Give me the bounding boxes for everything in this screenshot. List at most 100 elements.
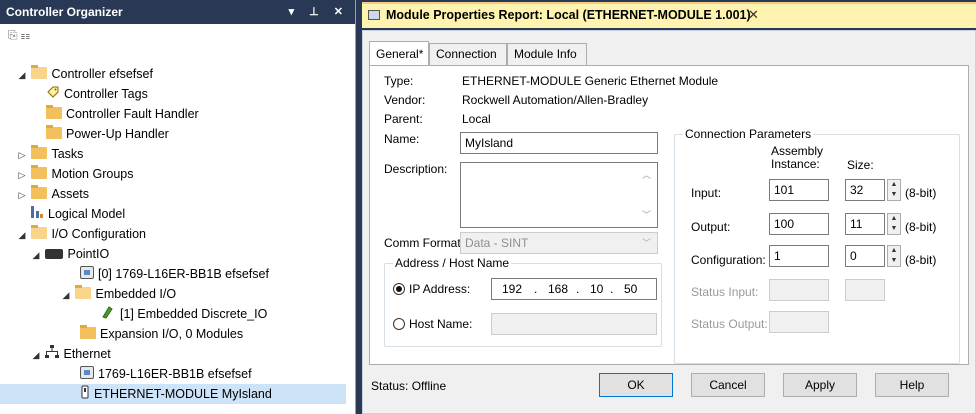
- tree-item-pointio[interactable]: ◢ PointIO: [30, 244, 110, 265]
- ok-button[interactable]: OK: [599, 373, 673, 397]
- collapse-arrow-icon[interactable]: ◢: [60, 285, 72, 305]
- tree-item-controller-fault-handler[interactable]: Controller Fault Handler: [46, 104, 199, 124]
- output-size-field[interactable]: 11: [845, 213, 885, 235]
- rack-icon: [45, 249, 64, 259]
- tab-connection[interactable]: Connection: [429, 43, 507, 65]
- expand-arrow-icon[interactable]: ▷: [16, 185, 28, 205]
- tree-item-ethernet[interactable]: ◢ Ethernet: [30, 344, 111, 364]
- tree-item-label: Tasks: [51, 147, 84, 161]
- host-name-radio[interactable]: [393, 318, 405, 330]
- input-label: Input:: [691, 186, 722, 200]
- discrete-io-icon: [100, 305, 116, 319]
- ip-address-radio[interactable]: [393, 283, 405, 295]
- expand-arrow-icon[interactable]: ▷: [16, 145, 28, 165]
- vendor-value: Rockwell Automation/Allen-Bradley: [462, 93, 649, 107]
- tree-item-logical-model[interactable]: Logical Model: [30, 204, 125, 224]
- tree-item-io-configuration[interactable]: ◢ I/O Configuration: [16, 224, 146, 244]
- ip-octet-3: 10: [590, 282, 604, 296]
- module-properties-dialog: General* Connection Module Info Type: ET…: [362, 30, 976, 414]
- tree-item-label: Controller efsefsef: [51, 67, 153, 81]
- configuration-label: Configuration:: [691, 253, 766, 267]
- ethernet-module-icon: [80, 385, 90, 399]
- tree-item-label: Power-Up Handler: [66, 127, 169, 141]
- tree-item-controller[interactable]: ◢ Controller efsefsef: [16, 64, 346, 84]
- organizer-title-bar: Controller Organizer ▾ ⊥ ✕: [0, 0, 355, 24]
- comm-format-select[interactable]: Data - SINT ﹀: [460, 232, 658, 254]
- tree-item-label: Assets: [51, 187, 89, 201]
- address-host-group: Address / Host Name IP Address: 192 . 16…: [384, 256, 662, 347]
- description-textarea[interactable]: ︿ ﹀: [460, 162, 658, 228]
- address-group-label: Address / Host Name: [393, 256, 512, 270]
- help-button[interactable]: Help: [875, 373, 949, 397]
- tree-item-label: [0] 1769-L16ER-BB1B efsefsef: [98, 267, 269, 281]
- configuration-instance-field[interactable]: 1: [769, 245, 829, 267]
- tag-icon: [46, 85, 60, 99]
- configuration-size-field[interactable]: 0: [845, 245, 885, 267]
- folder-icon: [31, 145, 48, 159]
- host-name-label: Host Name:: [409, 317, 473, 331]
- configuration-size-spinner[interactable]: ▲ ▼: [887, 245, 901, 267]
- ip-octet-2: 168: [548, 282, 569, 296]
- assembly-instance-header: Assembly Instance:: [771, 144, 824, 171]
- output-unit: (8-bit): [905, 220, 937, 234]
- collapse-arrow-icon[interactable]: ◢: [30, 345, 42, 365]
- tree-item-assets[interactable]: ▷ Assets: [16, 184, 89, 204]
- module-properties-icon: [368, 10, 380, 20]
- scroll-down-icon[interactable]: ﹀: [642, 207, 651, 223]
- tree-item-label: ETHERNET-MODULE MyIsland: [94, 387, 272, 401]
- scroll-up-icon[interactable]: ︿: [642, 167, 651, 183]
- tree-item-power-up-handler[interactable]: Power-Up Handler: [46, 124, 169, 144]
- tree-item-label: Logical Model: [48, 207, 126, 221]
- ip-octet-4: 50: [624, 282, 638, 296]
- status-output-label: Status Output:: [691, 317, 768, 331]
- collapse-arrow-icon[interactable]: ◢: [16, 65, 28, 85]
- tree-item-embedded-io[interactable]: ◢ Embedded I/O: [60, 284, 176, 304]
- organizer-window-controls[interactable]: ▾ ⊥ ✕: [289, 0, 349, 24]
- tree-item-label: Controller Tags: [64, 87, 148, 101]
- ethernet-network-icon: [45, 345, 60, 359]
- folder-icon: [46, 105, 62, 119]
- tree-item-expansion-io[interactable]: Expansion I/O, 0 Modules: [80, 324, 243, 344]
- folder-open-icon: [31, 225, 48, 239]
- tab-general[interactable]: General*: [369, 41, 429, 65]
- tree-item-tasks[interactable]: ▷ Tasks: [16, 144, 83, 164]
- input-size-spinner[interactable]: ▲ ▼: [887, 179, 901, 201]
- size-header: Size:: [847, 158, 874, 172]
- cancel-button[interactable]: Cancel: [691, 373, 765, 397]
- tree-item-ethernet-module[interactable]: ETHERNET-MODULE MyIsland: [0, 384, 346, 404]
- input-size-field[interactable]: 32: [845, 179, 885, 201]
- output-size-spinner[interactable]: ▲ ▼: [887, 213, 901, 235]
- folder-icon: [31, 165, 48, 179]
- folder-icon: [46, 125, 62, 139]
- ip-address-input[interactable]: 192 . 168 . 10 . 50: [491, 278, 657, 300]
- ip-octet-1: 192: [502, 282, 523, 296]
- apply-button[interactable]: Apply: [783, 373, 857, 397]
- name-input[interactable]: MyIsland: [460, 132, 658, 154]
- collapse-arrow-icon[interactable]: ◢: [16, 225, 28, 245]
- tree-item-controller-module[interactable]: [0] 1769-L16ER-BB1B efsefsef: [80, 264, 269, 284]
- tree-item-embedded-discrete-io[interactable]: [1] Embedded Discrete_IO: [100, 304, 267, 324]
- folder-open-icon: [75, 285, 92, 299]
- tree-item-label: 1769-L16ER-BB1B efsefsef: [98, 367, 252, 381]
- status-text: Status: Offline: [371, 379, 447, 393]
- input-unit: (8-bit): [905, 186, 937, 200]
- tree-item-ethernet-controller[interactable]: 1769-L16ER-BB1B efsefsef: [80, 364, 252, 384]
- output-instance-field[interactable]: 100: [769, 213, 829, 235]
- connection-parameters-label: Connection Parameters: [683, 127, 814, 141]
- module-icon: [80, 366, 94, 379]
- tree-item-label: PointIO: [67, 247, 110, 261]
- tree-item-motion-groups[interactable]: ▷ Motion Groups: [16, 164, 133, 184]
- tree-item-controller-tags[interactable]: Controller Tags: [46, 84, 148, 104]
- expand-arrow-icon[interactable]: ▷: [16, 165, 28, 185]
- collapse-arrow-icon[interactable]: ◢: [30, 245, 42, 265]
- output-label: Output:: [691, 220, 731, 234]
- type-value: ETHERNET-MODULE Generic Ethernet Module: [462, 74, 719, 88]
- ip-address-label: IP Address:: [409, 282, 471, 296]
- host-name-input[interactable]: [491, 313, 657, 335]
- folder-icon: [31, 185, 48, 199]
- input-instance-field[interactable]: 101: [769, 179, 829, 201]
- organizer-toolbar-icons[interactable]: ⎘ ☷: [8, 28, 30, 42]
- document-tab[interactable]: Module Properties Report: Local (ETHERNE…: [362, 2, 976, 28]
- close-icon[interactable]: ✕: [748, 7, 759, 23]
- tab-module-info[interactable]: Module Info: [507, 43, 587, 65]
